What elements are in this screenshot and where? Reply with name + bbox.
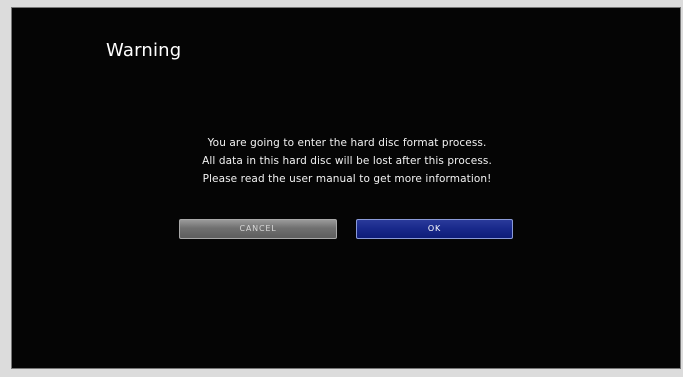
message-line: You are going to enter the hard disc for… — [207, 137, 487, 149]
ok-button[interactable]: OK — [356, 219, 513, 239]
message-line: Please read the user manual to get more … — [202, 173, 492, 185]
warning-message: You are going to enter the hard disc for… — [12, 134, 682, 188]
dialog-title: Warning — [106, 40, 182, 61]
warning-screen: Warning You are going to enter the hard … — [11, 7, 681, 369]
screen-frame: Warning You are going to enter the hard … — [0, 0, 683, 377]
cancel-button[interactable]: CANCEL — [179, 219, 337, 239]
message-line: All data in this hard disc will be lost … — [202, 155, 492, 167]
